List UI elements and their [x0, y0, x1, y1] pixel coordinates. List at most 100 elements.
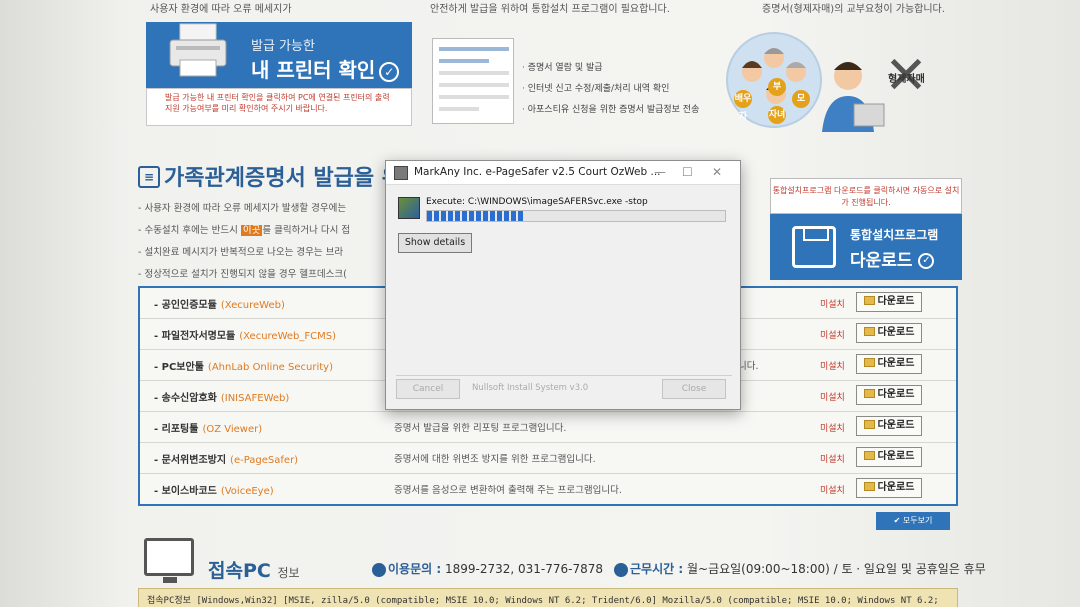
download-button[interactable]: 다운로드 — [856, 385, 922, 405]
family-illustration: 배우자 부 모 자녀 — [726, 32, 822, 128]
integrated-install-download-button[interactable]: 통합설치프로그램 다운로드 ✓ — [770, 214, 962, 280]
show-details-button[interactable]: Show details — [398, 233, 472, 253]
cancel-button[interactable]: Cancel — [396, 379, 460, 399]
module-desc: 니다. — [738, 361, 759, 372]
feature-item: 증명서 열람 및 발급 — [522, 58, 699, 79]
download-button[interactable]: 다운로드 — [856, 447, 922, 467]
here-link[interactable]: 이곳 — [240, 225, 263, 236]
download-button-label: 다운로드 — [877, 482, 915, 493]
close-icon[interactable]: ✕ — [712, 165, 722, 179]
module-name-ko: 송수신암호화 — [161, 393, 217, 404]
printer-check-banner[interactable]: 발급 가능한 내 프린터 확인 ✓ — [146, 22, 412, 88]
hours-value: 월~금요일(09:00~18:00) / 토 · 일요일 및 공휴일은 휴무 — [686, 562, 986, 576]
view-all-button[interactable]: ✔ 모두보기 — [876, 512, 950, 530]
pc-info-title-sub: 정보 — [277, 566, 300, 580]
feature-list: 증명서 열람 및 발급 인터넷 신고 수정/제출/처리 내역 확인 아포스티유 … — [522, 58, 700, 121]
download-button[interactable]: 다운로드 — [856, 323, 922, 343]
folder-icon — [863, 481, 875, 491]
business-hours: 근무시간 : 월~금요일(09:00~18:00) / 토 · 일요일 및 공휴… — [614, 560, 986, 577]
contact-value: 1899-2732, 031-776-7878 — [444, 562, 604, 576]
hours-label: 근무시간 : — [630, 562, 684, 576]
installer-app-icon — [394, 166, 408, 180]
close-button[interactable]: Close — [662, 379, 726, 399]
check-circle-icon: ✓ — [379, 61, 400, 82]
module-name-en: (e-PageSafer) — [230, 455, 299, 466]
printer-banner-sub: 발급 가능한 — [251, 39, 315, 54]
dialog-titlebar[interactable]: MarkAny Inc. e-PageSafer v2.5 Court OzWe… — [386, 161, 740, 185]
module-name: 문서위변조방지(e-PageSafer) — [154, 451, 298, 466]
module-name-en: (OZ Viewer) — [202, 424, 263, 435]
module-desc: 증명서 발급을 위한 리포팅 프로그램입니다. — [394, 423, 567, 434]
module-name-ko: 리포팅툴 — [161, 424, 199, 435]
install-button-label: 다운로드 ✓ — [850, 246, 935, 271]
status-badge: 미설치 — [820, 455, 845, 465]
download-button-label: 다운로드 — [877, 389, 915, 400]
top-cut-text-right: 증명서(형제자매)의 교부요청이 가능합니다. — [762, 4, 945, 15]
status-badge: 미설치 — [820, 486, 845, 496]
module-name: 파일전자서명모듈(XecureWeb_FCMS) — [154, 327, 336, 342]
notice-list: - 사용자 환경에 따라 오류 메세지가 발생할 경우에는 - 수동설치 후에는… — [138, 198, 350, 286]
folder-icon — [863, 326, 875, 336]
module-name-en: (XecureWeb_FCMS) — [239, 331, 336, 342]
status-badge: 미설치 — [820, 331, 845, 341]
feature-item: 아포스티유 신청을 위한 증명서 발급정보 전송 — [522, 100, 700, 121]
contact-info: 이용문의 : 1899-2732, 031-776-7878 — [372, 560, 603, 577]
section-title-text: 가족관계증명서 발급을 위한 — [164, 166, 423, 191]
install-progress-bar — [426, 210, 726, 222]
notice-item: - 설치완료 메시지가 반복적으로 나오는 경우는 브라 — [138, 247, 344, 258]
module-name: 송수신암호화(INISAFEWeb) — [154, 389, 290, 404]
module-name: PC보안툴(AhnLab Online Security) — [154, 358, 333, 373]
pc-info-string: 접속PC정보 [Windows,Win32] [MSIE, zilla/5.0 … — [138, 588, 958, 607]
phone-icon — [372, 562, 386, 577]
installer-dialog: MarkAny Inc. e-PageSafer v2.5 Court OzWe… — [385, 160, 741, 410]
chevron-down-icon: ✔ — [893, 516, 903, 525]
install-button-title: 통합설치프로그램 — [850, 228, 939, 242]
web-page: 사용자 환경에 따라 오류 메세지가 안전하게 발급을 위하여 통합설치 프로그… — [0, 0, 1080, 607]
download-button-label: 다운로드 — [877, 296, 915, 307]
floppy-disk-icon — [792, 226, 836, 268]
minimize-icon[interactable]: — — [654, 165, 666, 179]
installer-package-icon — [398, 197, 420, 219]
module-name-en: (VoiceEye) — [220, 486, 274, 497]
printer-banner-title: 내 프린터 확인 ✓ — [251, 54, 400, 83]
view-all-label: 모두보기 — [902, 516, 933, 525]
module-name-en: (XecureWeb) — [220, 300, 285, 311]
status-badge: 미설치 — [820, 300, 845, 310]
family-label-spouse: 배우자 — [734, 90, 752, 122]
printer-banner-title-text: 내 프린터 확인 — [251, 58, 376, 82]
module-desc: 증명서에 대한 위변조 방지를 위한 프로그램입니다. — [394, 454, 596, 465]
download-button-label: 다운로드 — [877, 358, 915, 369]
dialog-body: Execute: C:\WINDOWS\imageSAFERSvc.exe -s… — [386, 185, 740, 409]
check-circle-icon: ✓ — [918, 253, 935, 269]
folder-icon — [863, 419, 875, 429]
sibling-label: 형제자매 — [888, 74, 925, 85]
table-row: 리포팅툴(OZ Viewer) 증명서 발급을 위한 리포팅 프로그램입니다. … — [140, 412, 956, 443]
contact-label: 이용문의 : — [388, 562, 442, 576]
install-button-label-text: 다운로드 — [850, 251, 913, 271]
pc-info-title-text: 접속PC — [208, 560, 271, 582]
module-name-ko: 보이스바코드 — [161, 486, 217, 497]
maximize-icon[interactable]: ☐ — [682, 165, 693, 179]
progress-fill — [427, 211, 526, 221]
pc-info-title: 접속PC 정보 — [208, 556, 300, 583]
notice-item: - 정상적으로 설치가 진행되지 않을 경우 헬프데스크( — [138, 269, 347, 280]
folder-icon — [863, 295, 875, 305]
download-button[interactable]: 다운로드 — [856, 354, 922, 374]
top-cut-text-left: 사용자 환경에 따라 오류 메세지가 — [150, 4, 292, 15]
execute-status: Execute: C:\WINDOWS\imageSAFERSvc.exe -s… — [426, 197, 648, 207]
module-name-ko: 공인인증모듈 — [161, 300, 217, 311]
person-icon — [822, 62, 885, 132]
download-button[interactable]: 다운로드 — [856, 416, 922, 436]
family-label-child: 자녀 — [768, 106, 786, 124]
clock-icon — [614, 562, 628, 577]
table-row: 문서위변조방지(e-PageSafer) 증명서에 대한 위변조 방지를 위한 … — [140, 443, 956, 474]
status-badge: 미설치 — [820, 424, 845, 434]
printer-note: 발급 가능한 내 프린터 확인을 클릭하여 PC에 연결된 프린터의 출력지원 … — [146, 88, 412, 126]
folder-icon — [863, 450, 875, 460]
folder-icon — [863, 388, 875, 398]
notice-item: - 사용자 환경에 따라 오류 메세지가 발생할 경우에는 — [138, 203, 347, 214]
section-title: ≡ 가족관계증명서 발급을 위한 — [138, 160, 422, 192]
download-button[interactable]: 다운로드 — [856, 478, 922, 498]
download-button[interactable]: 다운로드 — [856, 292, 922, 312]
install-hint: 통합설치프로그램 다운로드를 클릭하시면 자동으로 설치가 진행됩니다. — [770, 178, 962, 214]
